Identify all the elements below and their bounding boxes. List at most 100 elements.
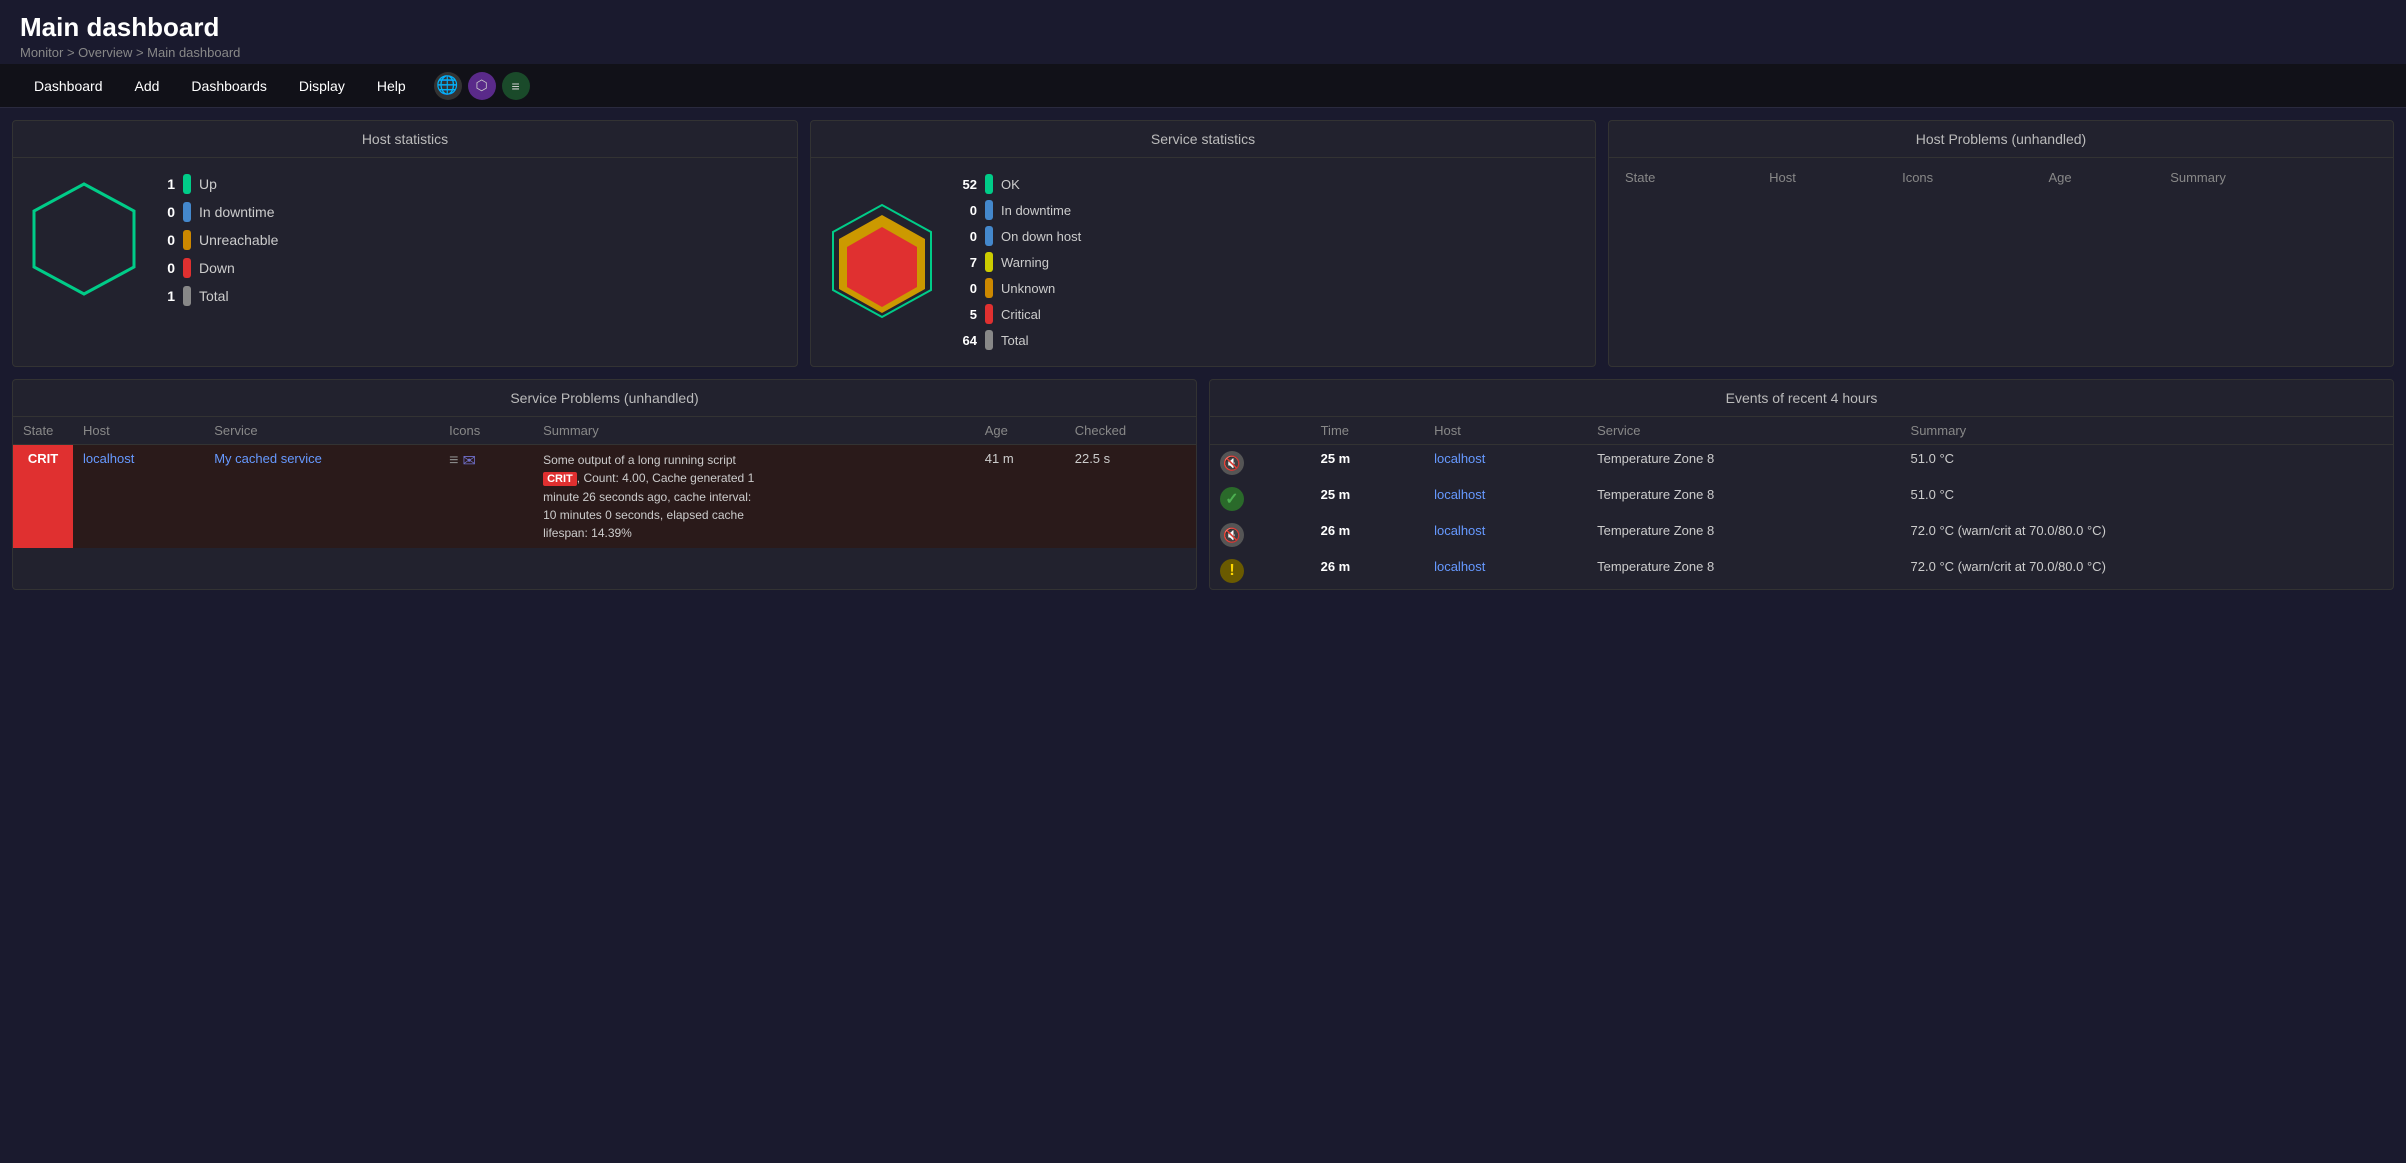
ev-summary: 72.0 °C (warn/crit at 70.0/80.0 °C) bbox=[1901, 517, 2393, 553]
svc-stat-ok: 52 OK bbox=[957, 174, 1081, 194]
col-age: Age bbox=[2040, 166, 2162, 189]
svc-stat-ondownhost: 0 On down host bbox=[957, 226, 1081, 246]
ev-host: localhost bbox=[1424, 445, 1587, 482]
sp-host[interactable]: localhost bbox=[73, 445, 204, 548]
unreachable-dot bbox=[183, 230, 191, 250]
ev-col-service: Service bbox=[1587, 417, 1900, 445]
nav-display[interactable]: Display bbox=[285, 70, 359, 102]
col-summary: Summary bbox=[2162, 166, 2385, 189]
sp-col-age: Age bbox=[975, 417, 1065, 445]
breadcrumb: Monitor > Overview > Main dashboard bbox=[20, 45, 2386, 60]
unknown-dot bbox=[985, 278, 993, 298]
ok-dot bbox=[985, 174, 993, 194]
table-row: ! 26 m localhost Temperature Zone 8 72.0… bbox=[1210, 553, 2393, 589]
ev-col-host: Host bbox=[1424, 417, 1587, 445]
host-problems-body: State Host Icons Age Summary bbox=[1609, 158, 2393, 197]
list-icon: ≡ bbox=[449, 452, 458, 470]
ev-icon-cell: 🔇 bbox=[1210, 517, 1311, 553]
warning-icon: ! bbox=[1220, 559, 1244, 583]
ev-service: Temperature Zone 8 bbox=[1587, 553, 1900, 589]
ev-host: localhost bbox=[1424, 553, 1587, 589]
check-icon: ✓ bbox=[1220, 487, 1244, 511]
globe-icon[interactable]: 🌐 bbox=[434, 72, 462, 100]
nav-help[interactable]: Help bbox=[363, 70, 420, 102]
ev-icon-cell: ! bbox=[1210, 553, 1311, 589]
service-stats-body: 52 OK 0 In downtime 0 On down host bbox=[811, 158, 1595, 366]
table-row: 🔇 26 m localhost Temperature Zone 8 72.0… bbox=[1210, 517, 2393, 553]
ev-time: 26 m bbox=[1311, 553, 1424, 589]
envelope-icon: ✉ bbox=[462, 451, 475, 471]
sp-service[interactable]: My cached service bbox=[204, 445, 439, 548]
warning-dot bbox=[985, 252, 993, 272]
sp-col-state: State bbox=[13, 417, 73, 445]
ev-time: 26 m bbox=[1311, 517, 1424, 553]
nav-dashboards[interactable]: Dashboards bbox=[177, 70, 281, 102]
top-row: Host statistics 1 Up 0 I bbox=[12, 120, 2394, 367]
ev-service: Temperature Zone 8 bbox=[1587, 481, 1900, 517]
ev-host: localhost bbox=[1424, 481, 1587, 517]
host-stat-unreachable: 0 Unreachable bbox=[159, 230, 278, 250]
sp-age: 41 m bbox=[975, 445, 1065, 548]
down-dot bbox=[183, 258, 191, 278]
icons-cell: ≡ ✉ bbox=[449, 451, 523, 471]
service-stats-list: 52 OK 0 In downtime 0 On down host bbox=[957, 174, 1081, 350]
table-row: ✓ 25 m localhost Temperature Zone 8 51.0… bbox=[1210, 481, 2393, 517]
mute-icon-2: 🔇 bbox=[1220, 523, 1244, 547]
events-panel: Events of recent 4 hours Time Host Servi… bbox=[1209, 379, 2394, 590]
downtime-dot bbox=[183, 202, 191, 222]
state-crit: CRIT bbox=[13, 445, 73, 548]
sp-icons: ≡ ✉ bbox=[439, 445, 533, 548]
svc-stat-warning: 7 Warning bbox=[957, 252, 1081, 272]
svc-stat-total: 64 Total bbox=[957, 330, 1081, 350]
svc-stat-unknown: 0 Unknown bbox=[957, 278, 1081, 298]
col-state: State bbox=[1617, 166, 1761, 189]
col-host: Host bbox=[1761, 166, 1894, 189]
ev-col-summary: Summary bbox=[1901, 417, 2393, 445]
sp-col-summary: Summary bbox=[533, 417, 975, 445]
nav-add[interactable]: Add bbox=[121, 70, 174, 102]
service-problems-title: Service Problems (unhandled) bbox=[13, 380, 1196, 417]
purple-icon[interactable]: ⬡ bbox=[468, 72, 496, 100]
host-hexagon bbox=[29, 179, 139, 302]
ev-service: Temperature Zone 8 bbox=[1587, 517, 1900, 553]
summary-text: Some output of a long running script CRI… bbox=[543, 451, 763, 542]
svc-downtime-dot bbox=[985, 200, 993, 220]
service-problems-table: State Host Service Icons Summary Age Che… bbox=[13, 417, 1196, 548]
nav-dashboard[interactable]: Dashboard bbox=[20, 70, 117, 102]
host-statistics-panel: Host statistics 1 Up 0 I bbox=[12, 120, 798, 367]
ev-col-icon bbox=[1210, 417, 1311, 445]
host-stat-downtime: 0 In downtime bbox=[159, 202, 278, 222]
host-stats-body: 1 Up 0 In downtime 0 Unreachable bbox=[13, 158, 797, 322]
service-statistics-panel: Service statistics 52 bbox=[810, 120, 1596, 367]
green-icon[interactable]: ≡ bbox=[502, 72, 530, 100]
svc-total-dot bbox=[985, 330, 993, 350]
host-problems-table: State Host Icons Age Summary bbox=[1617, 166, 2385, 189]
sp-checked: 22.5 s bbox=[1065, 445, 1196, 548]
nav-bar: Dashboard Add Dashboards Display Help 🌐 … bbox=[0, 64, 2406, 108]
service-statistics-title: Service statistics bbox=[811, 121, 1595, 158]
host-statistics-title: Host statistics bbox=[13, 121, 797, 158]
table-row: 🔇 25 m localhost Temperature Zone 8 51.0… bbox=[1210, 445, 2393, 482]
crit-inline-badge: CRIT bbox=[543, 472, 577, 486]
ondownhost-dot bbox=[985, 226, 993, 246]
top-header: Main dashboard Monitor > Overview > Main… bbox=[0, 0, 2406, 64]
up-dot bbox=[183, 174, 191, 194]
host-stat-up: 1 Up bbox=[159, 174, 278, 194]
events-title: Events of recent 4 hours bbox=[1210, 380, 2393, 417]
host-stat-total: 1 Total bbox=[159, 286, 278, 306]
ev-summary: 72.0 °C (warn/crit at 70.0/80.0 °C) bbox=[1901, 553, 2393, 589]
host-problems-panel: Host Problems (unhandled) State Host Ico… bbox=[1608, 120, 2394, 367]
service-hexagon bbox=[827, 201, 937, 324]
host-problems-title: Host Problems (unhandled) bbox=[1609, 121, 2393, 158]
host-stats-list: 1 Up 0 In downtime 0 Unreachable bbox=[159, 174, 278, 306]
ev-summary: 51.0 °C bbox=[1901, 481, 2393, 517]
main-content: Host statistics 1 Up 0 I bbox=[0, 108, 2406, 602]
total-dot bbox=[183, 286, 191, 306]
ev-summary: 51.0 °C bbox=[1901, 445, 2393, 482]
bottom-row: Service Problems (unhandled) State Host … bbox=[12, 379, 2394, 590]
service-problems-panel: Service Problems (unhandled) State Host … bbox=[12, 379, 1197, 590]
sp-col-icons: Icons bbox=[439, 417, 533, 445]
ev-time: 25 m bbox=[1311, 481, 1424, 517]
nav-icons: 🌐 ⬡ ≡ bbox=[434, 72, 530, 100]
page-title: Main dashboard bbox=[20, 12, 2386, 43]
